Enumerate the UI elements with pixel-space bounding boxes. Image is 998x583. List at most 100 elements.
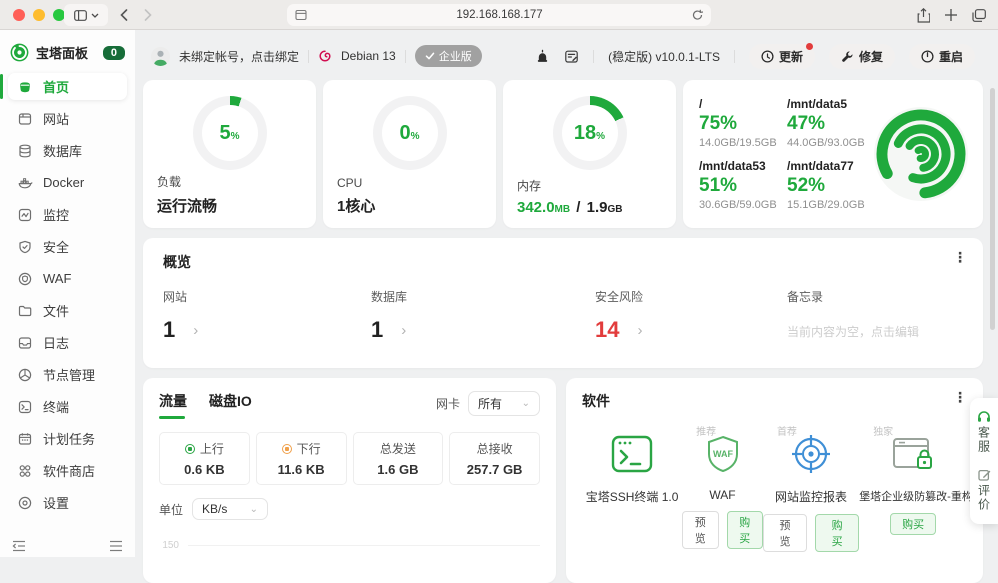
monitor-report-icon: [792, 435, 831, 473]
share-icon[interactable]: [917, 7, 930, 23]
website-icon: [18, 112, 32, 125]
tab-overview-icon[interactable]: [972, 8, 986, 22]
avatar[interactable]: [151, 46, 170, 66]
preview-button[interactable]: 预览: [682, 511, 719, 549]
sidebar-toggle-button[interactable]: [64, 4, 108, 26]
main-content: 未绑定帐号，点击绑定 Debian 13 企业版 (稳定版) v10.0.1-L…: [135, 30, 998, 583]
close-window-button[interactable]: [13, 9, 25, 21]
buy-button[interactable]: 购买: [890, 513, 937, 535]
traffic-stat-up[interactable]: 上行 0.6 KB: [159, 432, 250, 485]
reload-icon[interactable]: [692, 9, 703, 21]
sidebar-item-docker[interactable]: Docker: [8, 169, 127, 196]
calendar-icon: [18, 432, 32, 445]
menu-list-icon[interactable]: [109, 540, 123, 552]
baota-logo-icon: [10, 43, 29, 62]
buy-button[interactable]: 购买: [815, 514, 860, 552]
tab-traffic[interactable]: 流量: [159, 391, 187, 419]
software-menu-icon[interactable]: ⋮: [953, 390, 967, 404]
disk-item[interactable]: /mnt/data53 51% 30.6GB/59.0GB: [699, 159, 781, 211]
disk-item[interactable]: /mnt/data5 47% 44.0GB/93.0GB: [787, 97, 869, 149]
panel-version: (稳定版) v10.0.1-LTS: [608, 49, 720, 64]
tamper-proof-icon: [893, 438, 933, 469]
memo-placeholder[interactable]: 当前内容为空，点击编辑: [787, 323, 963, 340]
sidebar-item-monitor[interactable]: 监控: [8, 201, 127, 228]
sidebar-item-settings[interactable]: 设置: [8, 489, 127, 516]
sidebar-item-label: 安全: [43, 240, 70, 255]
software-item-ssh[interactable]: 宝塔SSH终端 1.0: [582, 427, 682, 552]
restart-button[interactable]: 重启: [908, 43, 975, 69]
collapse-sidebar-icon[interactable]: [12, 540, 26, 552]
back-button[interactable]: [112, 4, 136, 26]
overview-menu-icon[interactable]: ⋮: [953, 250, 967, 264]
overview-memo[interactable]: 备忘录 当前内容为空，点击编辑: [787, 288, 963, 343]
sidebar-item-label: 首页: [43, 80, 70, 95]
nic-select[interactable]: 所有 ⌄: [468, 391, 540, 416]
chevron-right-icon[interactable]: ›: [401, 322, 406, 339]
scrollbar-thumb[interactable]: [990, 88, 995, 330]
memory-card[interactable]: 18% 内存 342.0MB / 1.9GB: [503, 80, 676, 228]
shield-check-icon: [19, 240, 31, 253]
support-tab[interactable]: 客服: [967, 410, 998, 454]
overview-site[interactable]: 网站 1 ›: [163, 288, 371, 343]
nic-label: 网卡: [435, 397, 460, 411]
update-button[interactable]: 更新: [748, 42, 815, 69]
unit-select[interactable]: KB/s ⌄: [192, 498, 269, 520]
software-item-waf[interactable]: 推荐 WAF WAF 预览 购买: [682, 427, 763, 552]
sidebar-item-website[interactable]: 网站: [8, 105, 127, 132]
logs-icon: [18, 336, 32, 349]
minimize-window-button[interactable]: [33, 9, 45, 21]
sidebar-item-label: 计划任务: [43, 432, 96, 447]
software-item-monitor-report[interactable]: 首荐 网站监控报表 预览 购买: [762, 427, 860, 552]
software-item-tamper-proof[interactable]: 独家 堡塔企业级防篡改-重构版 购买: [859, 427, 984, 552]
url-text[interactable]: 192.168.168.177: [307, 9, 692, 21]
sidebar-item-label: 监控: [43, 208, 70, 223]
address-bar[interactable]: 192.168.168.177: [287, 4, 711, 26]
page-settings-icon[interactable]: [295, 9, 307, 21]
divider: [733, 49, 735, 63]
new-tab-icon[interactable]: [945, 9, 957, 21]
sidebar-item-home[interactable]: 首页: [0, 73, 127, 100]
tab-diskio[interactable]: 磁盘IO: [209, 391, 252, 411]
waf-icon: [18, 272, 32, 285]
sidebar-item-terminal[interactable]: 终端: [8, 393, 127, 420]
disk-item[interactable]: /mnt/data77 52% 15.1GB/29.0GB: [787, 159, 869, 211]
docker-icon: [18, 177, 33, 188]
load-card[interactable]: 5% 负载 运行流畅: [143, 80, 316, 228]
panel-header: 未绑定帐号，点击绑定 Debian 13 企业版 (稳定版) v10.0.1-L…: [143, 42, 983, 70]
sidebar-item-label: 软件商店: [43, 464, 96, 479]
database-icon: [19, 144, 31, 157]
chevron-down-icon: ⌄: [249, 503, 259, 515]
sidebar-item-database[interactable]: 数据库: [8, 137, 127, 164]
cpu-card[interactable]: 0% CPU 1核心: [323, 80, 496, 228]
sidebar-item-logs[interactable]: 日志: [8, 329, 127, 356]
message-count-badge[interactable]: 0: [102, 45, 125, 60]
sidebar-item-waf[interactable]: WAF: [8, 265, 127, 292]
disk-card[interactable]: / 75% 14.0GB/19.5GB /mnt/data5 47% 44.0G…: [683, 80, 983, 228]
memory-label: 内存: [517, 179, 542, 193]
overview-database[interactable]: 数据库 1 ›: [371, 288, 595, 343]
traffic-stat-received: 总接收 257.7 GB: [449, 432, 540, 485]
feedback-tab[interactable]: 评价: [967, 468, 998, 512]
alarm-icon[interactable]: [535, 49, 550, 64]
debian-icon: [319, 50, 331, 62]
home-icon: [20, 81, 30, 92]
overview-risk[interactable]: 安全风险 14 ›: [595, 288, 787, 343]
sidebar-item-cron[interactable]: 计划任务: [8, 425, 127, 452]
panel-title: 宝塔面板: [36, 46, 89, 61]
chevron-right-icon[interactable]: ›: [637, 322, 642, 339]
buy-button[interactable]: 购买: [726, 511, 763, 549]
sidebar-item-security[interactable]: 安全: [8, 233, 127, 260]
repair-button[interactable]: 修复: [828, 43, 895, 69]
sidebar-item-nodes[interactable]: 节点管理: [8, 361, 127, 388]
terminal-icon: [18, 400, 32, 413]
forward-button[interactable]: [136, 4, 160, 26]
disk-item[interactable]: / 75% 14.0GB/19.5GB: [699, 97, 781, 149]
sidebar-item-files[interactable]: 文件: [8, 297, 127, 324]
sidebar-item-appstore[interactable]: 软件商店: [8, 457, 127, 484]
bind-account-link[interactable]: 未绑定帐号，点击绑定: [179, 48, 299, 65]
preview-button[interactable]: 预览: [762, 514, 808, 552]
traffic-stat-down[interactable]: 下行 11.6 KB: [255, 432, 347, 485]
chevron-right-icon[interactable]: ›: [193, 322, 198, 339]
memo-icon[interactable]: [564, 49, 579, 64]
edition-badge[interactable]: 企业版: [414, 45, 482, 67]
